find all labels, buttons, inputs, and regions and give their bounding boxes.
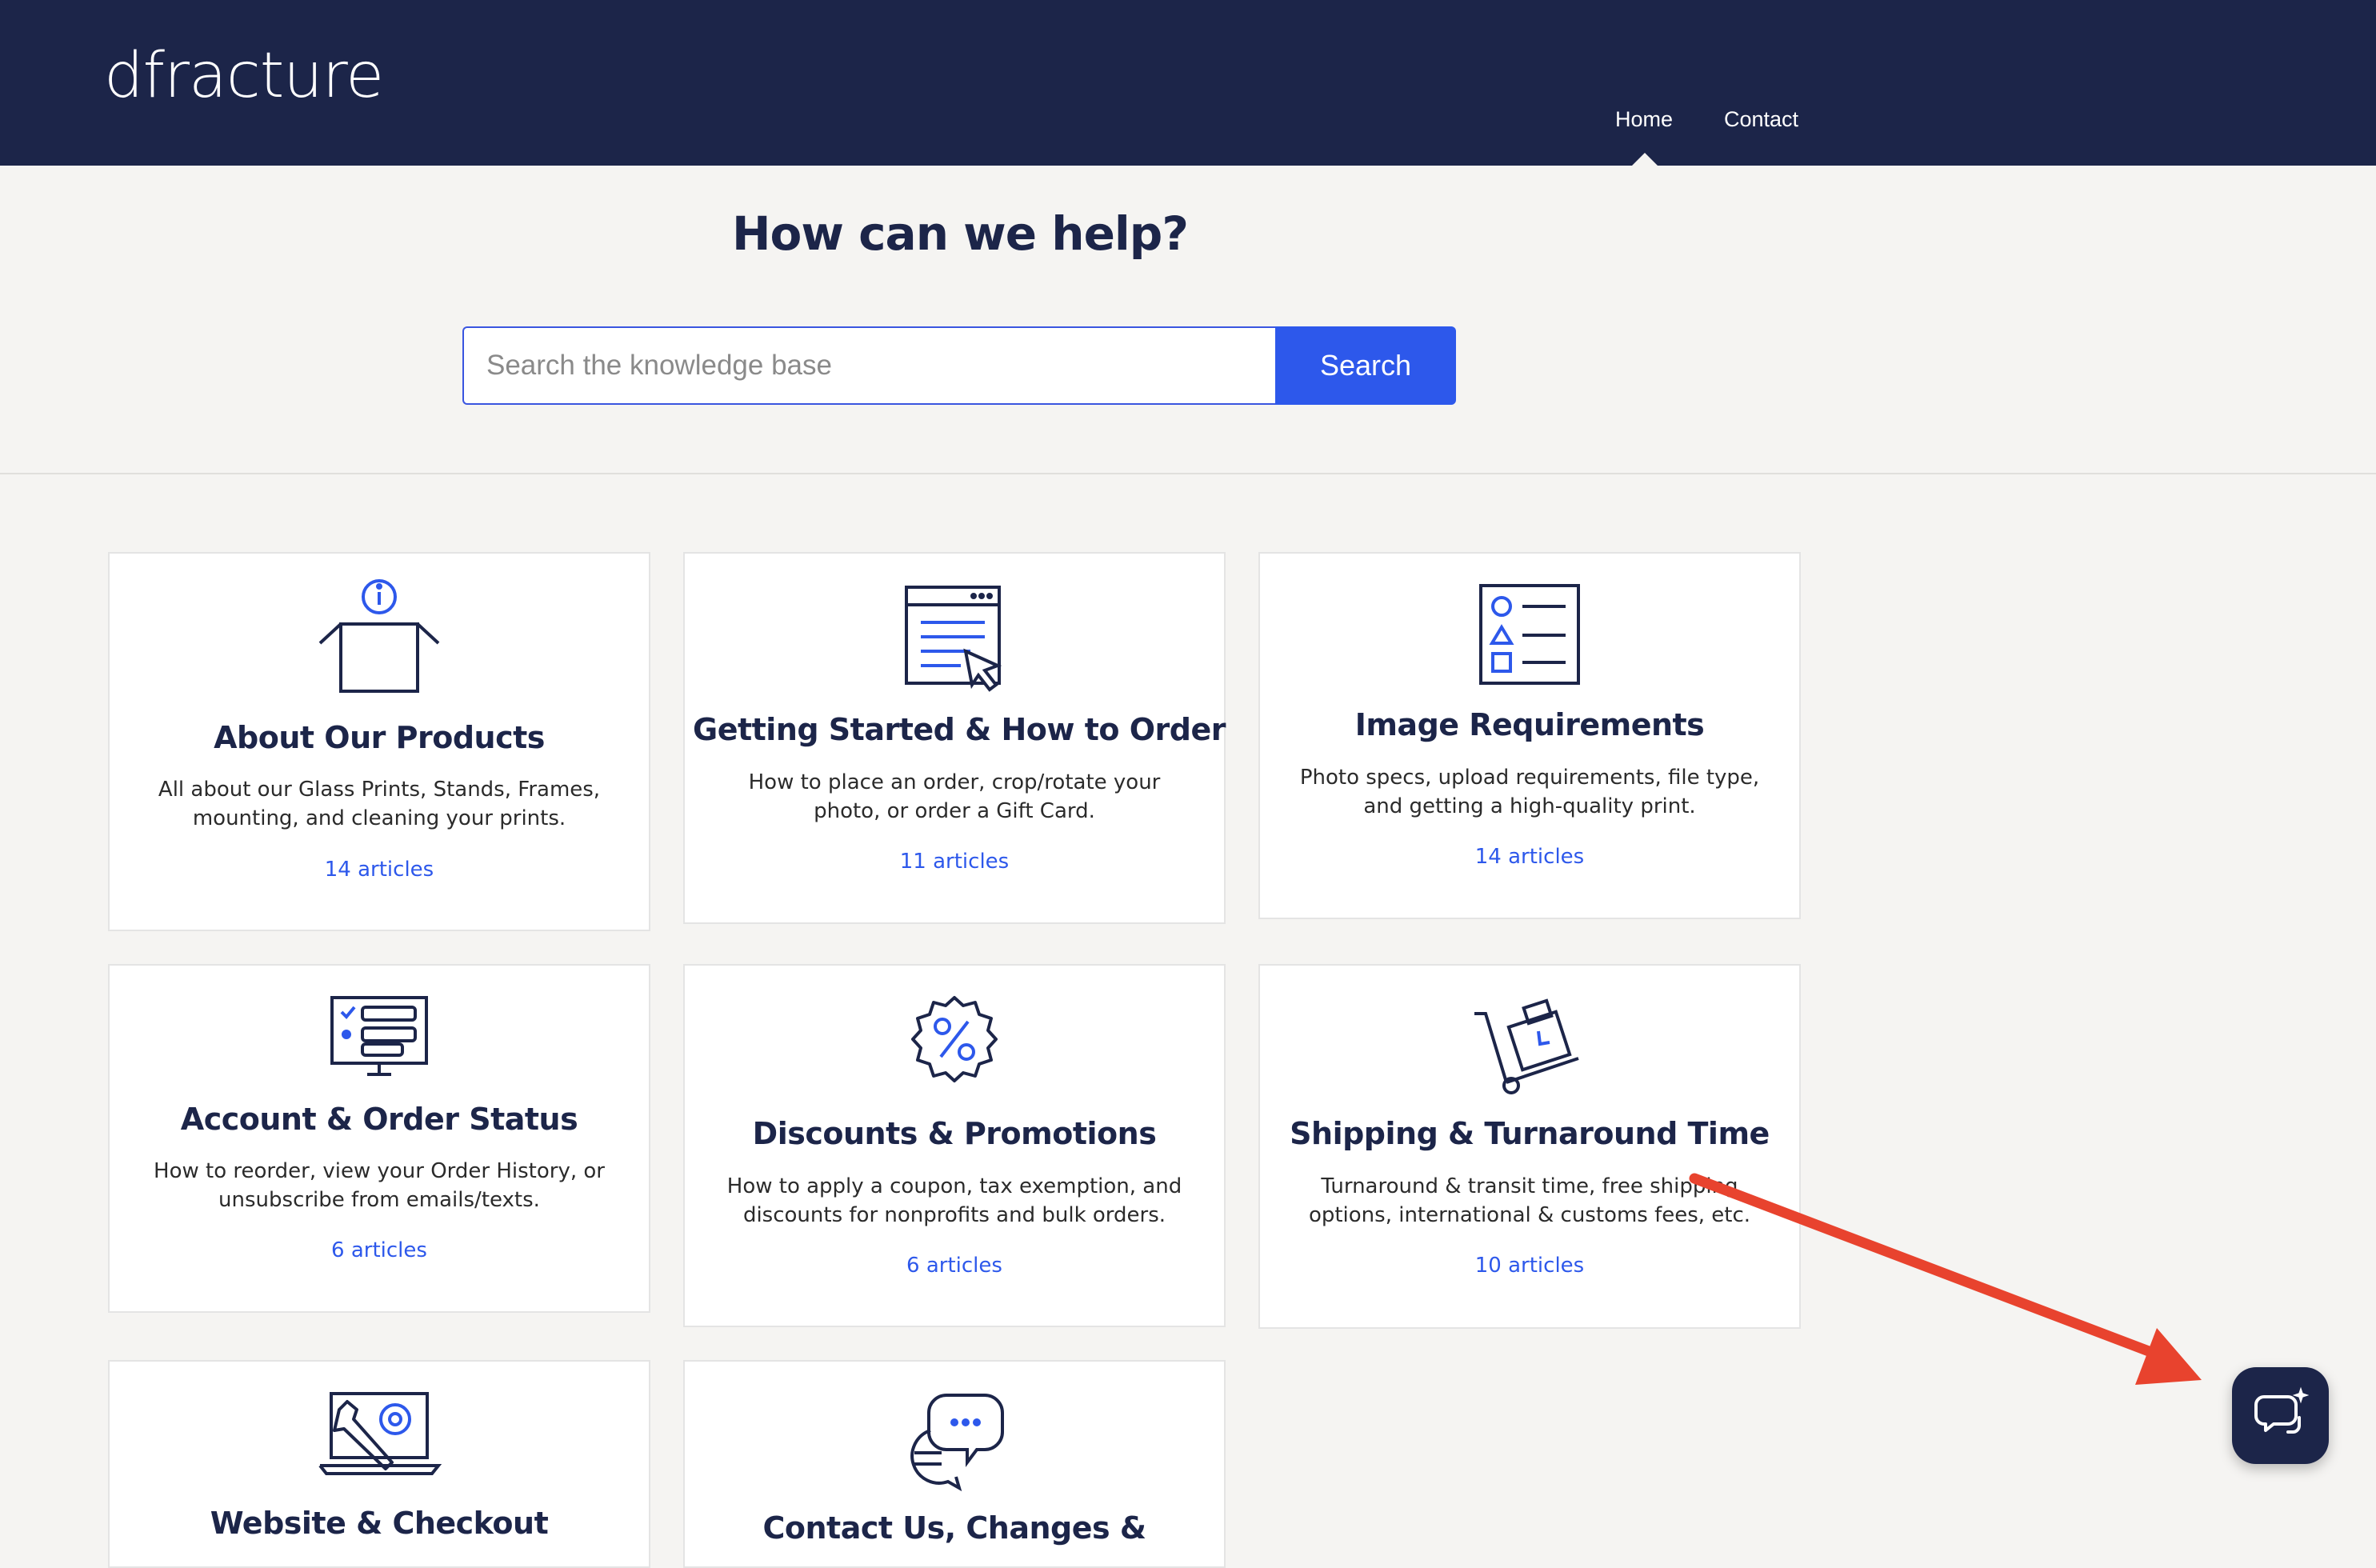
category-description: How to place an order, crop/rotate your …: [748, 770, 1161, 823]
box-info-icon: [110, 578, 649, 698]
percent-badge-icon: [685, 993, 1224, 1097]
category-card-shipping[interactable]: Shipping & Turnaround Time Turnaround & …: [1258, 964, 1801, 1329]
category-title: About Our Products: [214, 720, 545, 755]
page-title: How can we help?: [732, 206, 1189, 261]
category-title: Image Requirements: [1354, 707, 1705, 742]
browser-cursor-icon: [685, 582, 1224, 694]
article-count-link[interactable]: 14 articles: [1260, 845, 1799, 869]
category-card-getting-started[interactable]: Getting Started & How to Order How to pl…: [683, 552, 1226, 924]
nav-home[interactable]: Home: [1615, 107, 1673, 132]
category-card-account-order-status[interactable]: Account & Order Status How to reorder, v…: [108, 964, 650, 1313]
category-description: Photo specs, upload requirements, file t…: [1299, 766, 1760, 818]
section-divider: [0, 473, 2376, 474]
active-nav-indicator: [1631, 153, 1658, 166]
category-title: Shipping & Turnaround Time: [1290, 1116, 1770, 1151]
category-description: Turnaround & transit time, free shipping…: [1308, 1174, 1751, 1227]
category-title: Website & Checkout: [210, 1506, 549, 1541]
shapes-checklist-icon: [1260, 582, 1799, 686]
chat-bubbles-icon: [685, 1390, 1224, 1494]
monitor-checklist-icon: [110, 994, 649, 1082]
article-count-link[interactable]: 14 articles: [110, 858, 649, 882]
category-title: Account & Order Status: [180, 1102, 578, 1137]
category-card-discounts[interactable]: Discounts & Promotions How to apply a co…: [683, 964, 1226, 1327]
laptop-wrench-gear-icon: [110, 1389, 649, 1485]
nav-contact[interactable]: Contact: [1724, 107, 1798, 132]
article-count-link[interactable]: 11 articles: [685, 850, 1224, 874]
article-count-link[interactable]: 6 articles: [110, 1238, 649, 1262]
category-card-website-checkout[interactable]: Website & Checkout: [108, 1360, 650, 1568]
category-card-about-products[interactable]: About Our Products All about our Glass P…: [108, 552, 650, 931]
category-card-image-requirements[interactable]: Image Requirements Photo specs, upload r…: [1258, 552, 1801, 919]
category-description: All about our Glass Prints, Stands, Fram…: [158, 778, 601, 830]
chat-widget-button[interactable]: [2232, 1367, 2329, 1464]
hand-truck-clock-icon: [1260, 993, 1799, 1097]
category-card-contact-us[interactable]: Contact Us, Changes &: [683, 1360, 1226, 1568]
category-description: How to reorder, view your Order History,…: [154, 1159, 605, 1212]
category-title: Getting Started & How to Order: [693, 712, 1226, 747]
logo[interactable]: dfracture: [104, 40, 384, 112]
search-button[interactable]: Search: [1275, 326, 1456, 405]
search-input[interactable]: [462, 326, 1275, 405]
article-count-link[interactable]: 10 articles: [1260, 1254, 1799, 1278]
site-header: dfracture Home Contact: [0, 0, 2376, 166]
category-description: How to apply a coupon, tax exemption, an…: [726, 1174, 1182, 1227]
category-title: Contact Us, Changes &: [762, 1510, 1146, 1546]
category-title: Discounts & Promotions: [752, 1116, 1157, 1151]
article-count-link[interactable]: 6 articles: [685, 1254, 1224, 1278]
chat-sparkle-icon: [2253, 1386, 2309, 1446]
